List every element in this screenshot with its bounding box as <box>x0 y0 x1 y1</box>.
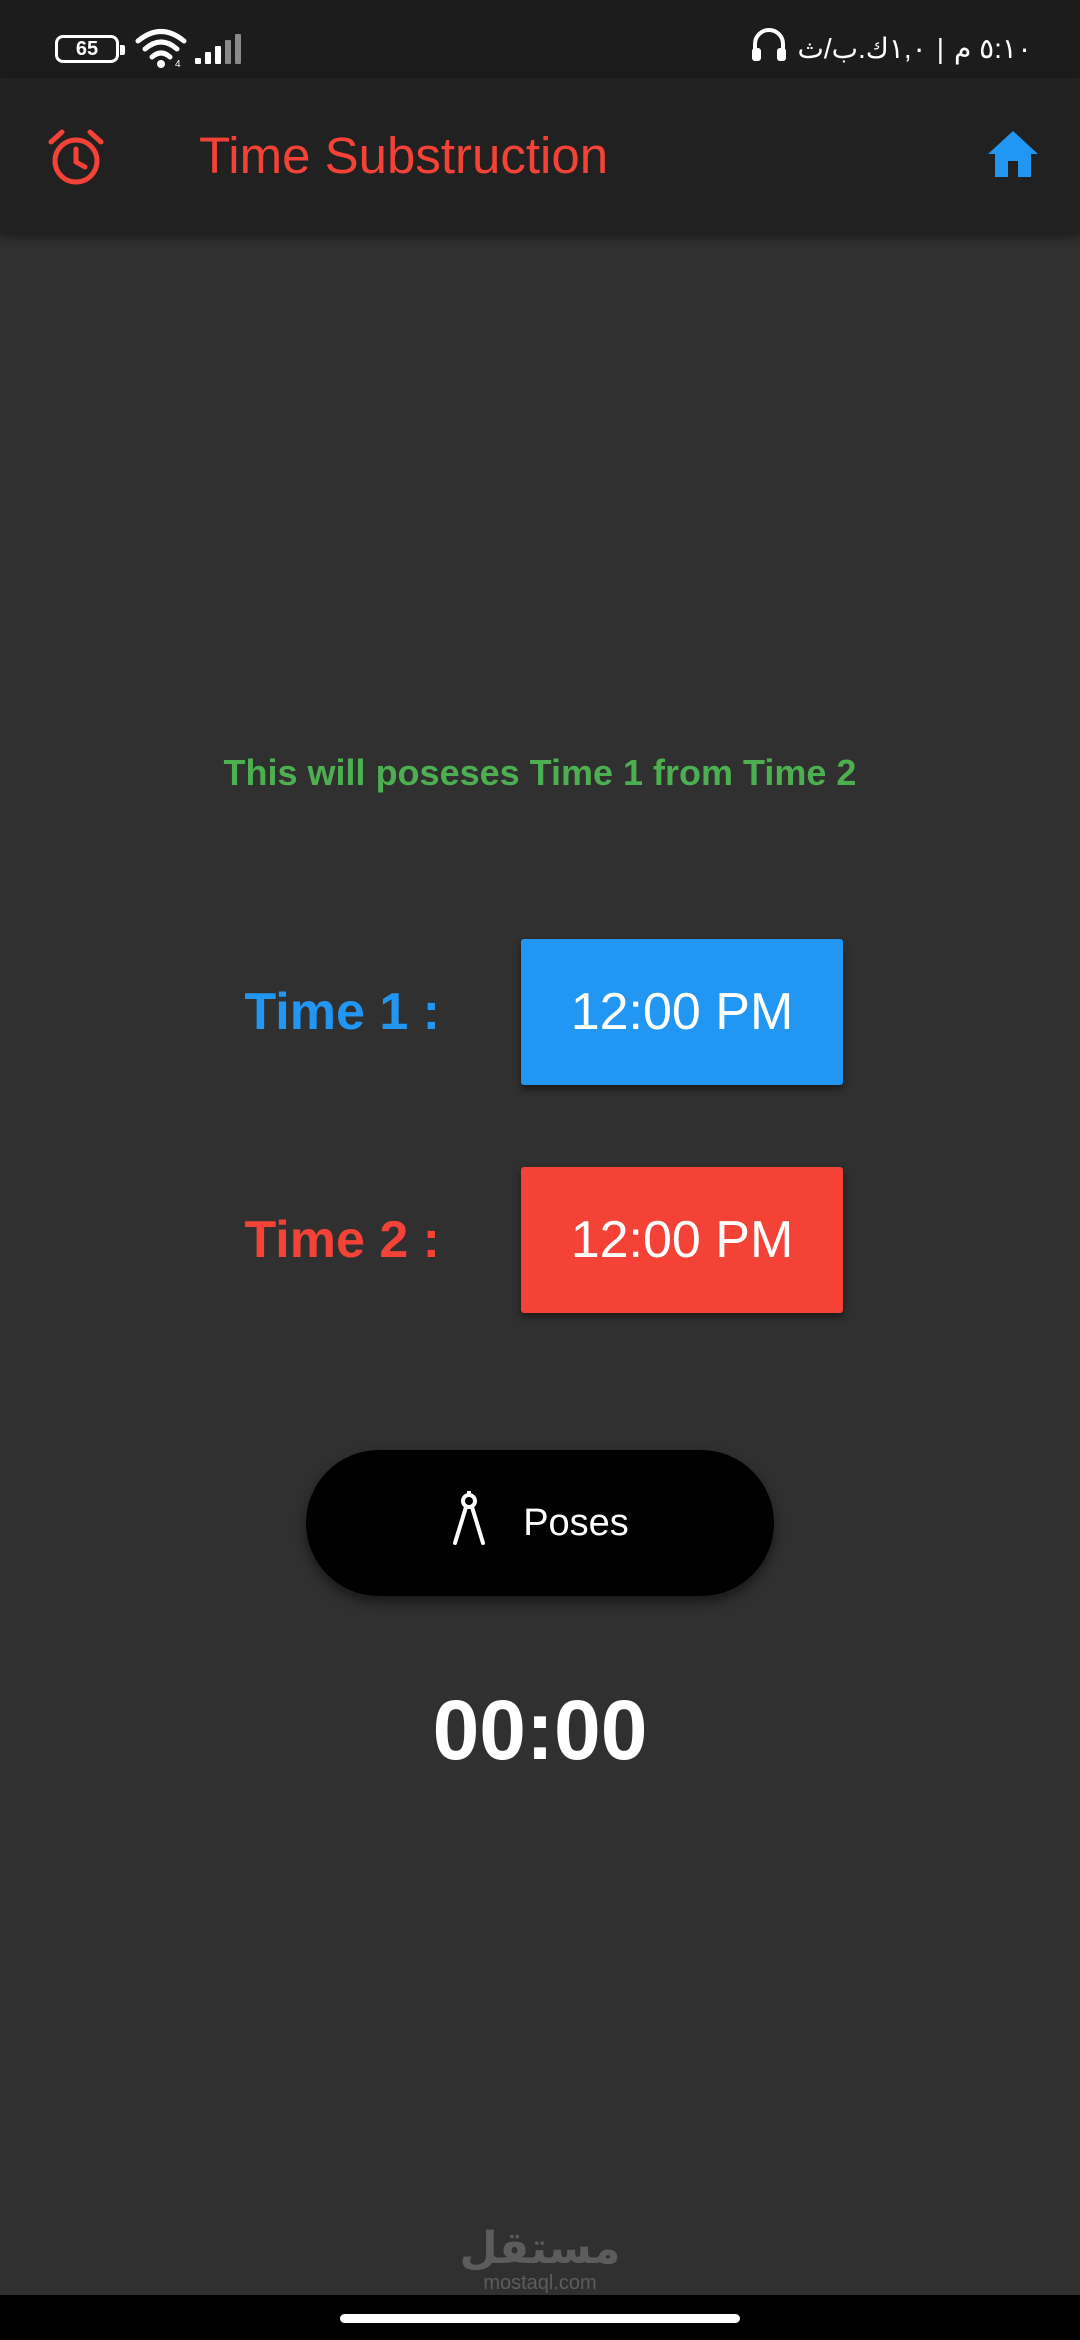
watermark: مستقل mostaql.com <box>0 2224 1080 2295</box>
time1-value: 12:00 PM <box>570 983 794 1041</box>
result-text: 00:00 <box>432 1683 648 1777</box>
alarm-icon <box>46 128 106 193</box>
signal-icon <box>195 32 245 71</box>
time2-picker-button[interactable]: 12:00 PM <box>521 1167 843 1313</box>
description-text: This will poseses Time 1 from Time 2 <box>223 752 857 793</box>
battery-icon: 65 <box>55 35 125 63</box>
poses-button[interactable]: Poses <box>306 1450 774 1596</box>
navigation-bar <box>0 2295 1080 2340</box>
headphones-icon <box>751 28 787 69</box>
time2-label: Time 2 : <box>244 1211 440 1269</box>
app-title: Time Substruction <box>199 127 609 184</box>
status-separator: | <box>936 32 944 64</box>
compass-icon <box>451 1490 487 1555</box>
time2-value: 12:00 PM <box>570 1211 794 1269</box>
watermark-logo: مستقل <box>459 2224 621 2273</box>
time1-label: Time 1 : <box>244 983 440 1041</box>
status-time: ٥:١٠ م <box>953 33 1032 64</box>
wifi-icon: 4 <box>135 28 187 73</box>
gesture-handle[interactable] <box>340 2314 740 2323</box>
poses-button-label: Poses <box>523 1501 629 1544</box>
battery-level: 65 <box>75 37 99 60</box>
watermark-url: mostaql.com <box>483 2272 597 2294</box>
home-icon[interactable] <box>985 128 1041 185</box>
svg-text:4: 4 <box>175 59 181 68</box>
time1-picker-button[interactable]: 12:00 PM <box>521 939 843 1085</box>
status-right: ١,٠ك.ب/ث | ٥:١٠ م <box>751 28 1032 69</box>
status-bar: 65 4 ١,٠ك.ب/ث | ٥:١٠ م <box>0 0 1080 78</box>
app-bar: Time Substruction <box>0 78 1080 233</box>
network-speed: ١,٠ك.ب/ث <box>797 33 927 64</box>
